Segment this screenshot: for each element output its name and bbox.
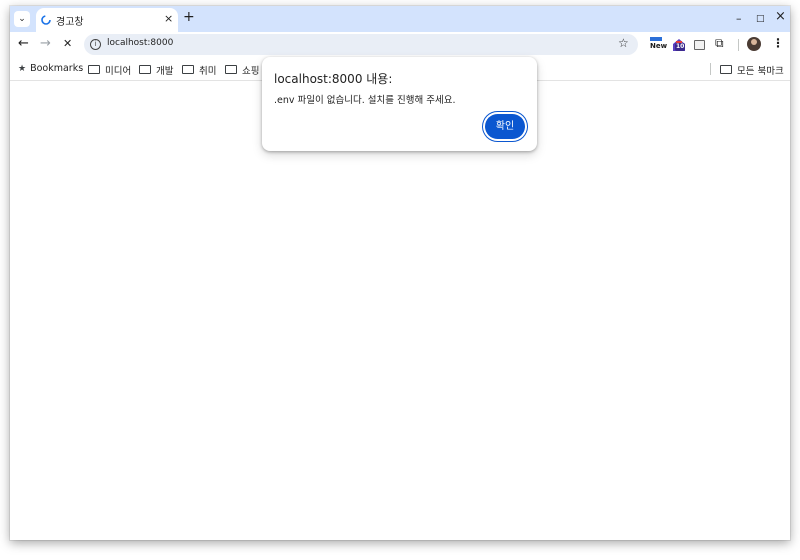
folder-icon	[225, 65, 237, 74]
extension-image-icon[interactable]	[694, 40, 705, 50]
bookmarks-divider	[710, 63, 711, 75]
folder-icon	[720, 65, 732, 74]
bookmark-label: Bookmarks	[30, 63, 84, 74]
extension-badge: 10	[675, 43, 686, 51]
tab-active[interactable]: 경고창 ×	[36, 8, 178, 32]
toolbar-divider	[738, 39, 739, 51]
bookmark-label: 쇼핑	[242, 66, 260, 77]
bookmark-folder-shopping[interactable]: 쇼핑	[225, 63, 259, 77]
bookmark-folder-dev[interactable]: 개발	[139, 63, 173, 77]
close-window-button[interactable]: ×	[775, 9, 786, 24]
all-bookmarks-button[interactable]: 모든 북마크	[720, 63, 784, 77]
minimize-button[interactable]: –	[736, 12, 742, 25]
stop-icon[interactable]: ✕	[63, 37, 72, 51]
bookmark-folder-hobby[interactable]: 취미	[182, 63, 216, 77]
folder-icon	[88, 65, 100, 74]
extension-new-icon[interactable]: New	[650, 37, 668, 52]
dialog-title: localhost:8000 내용:	[274, 72, 393, 86]
kebab-menu-icon[interactable]: ⋮	[772, 36, 784, 50]
forward-arrow-icon[interactable]: →	[40, 37, 51, 51]
tab-strip: ⌄ 경고창 × + – □ ×	[10, 6, 790, 32]
bookmark-label: 미디어	[105, 66, 132, 77]
info-icon[interactable]: i	[90, 39, 101, 50]
bookmark-label: 취미	[199, 66, 217, 77]
folder-icon	[139, 65, 151, 74]
ok-button[interactable]: 확인	[485, 114, 525, 139]
puzzle-icon[interactable]: ⧉	[715, 36, 724, 51]
bookmark-star-icon[interactable]: ☆	[618, 36, 629, 50]
profile-avatar[interactable]	[747, 37, 761, 51]
favicon-icon	[41, 15, 51, 25]
back-arrow-icon[interactable]: ←	[18, 37, 29, 51]
tab-search-icon[interactable]: ⌄	[14, 11, 30, 27]
new-tab-button[interactable]: +	[183, 9, 195, 25]
bookmark-bookmarks[interactable]: ★ Bookmarks	[18, 63, 83, 74]
folder-icon	[182, 65, 194, 74]
tab-close-icon[interactable]: ×	[164, 12, 173, 25]
alert-dialog: localhost:8000 내용: .env 파일이 없습니다. 설치를 진행…	[262, 57, 537, 151]
extension-new-label: New	[650, 42, 668, 50]
bookmark-label: 개발	[156, 66, 174, 77]
tab-title: 경고창	[56, 17, 84, 28]
bookmarks-star-icon: ★	[18, 64, 27, 74]
toolbar: ← → ✕ i localhost:8000 ☆ New 10 ⧉ ⋮	[10, 32, 790, 58]
address-bar[interactable]: i localhost:8000 ☆	[84, 34, 638, 55]
extension-house-icon[interactable]: 10	[672, 37, 686, 51]
bookmark-folder-media[interactable]: 미디어	[88, 63, 131, 77]
maximize-button[interactable]: □	[756, 14, 765, 24]
browser-window: ⌄ 경고창 × + – □ × ← → ✕ i localhost:8000 ☆…	[10, 6, 790, 540]
bookmark-label: 모든 북마크	[737, 66, 784, 77]
url-text[interactable]: localhost:8000	[107, 38, 173, 48]
dialog-message: .env 파일이 없습니다. 설치를 진행해 주세요.	[274, 95, 456, 106]
